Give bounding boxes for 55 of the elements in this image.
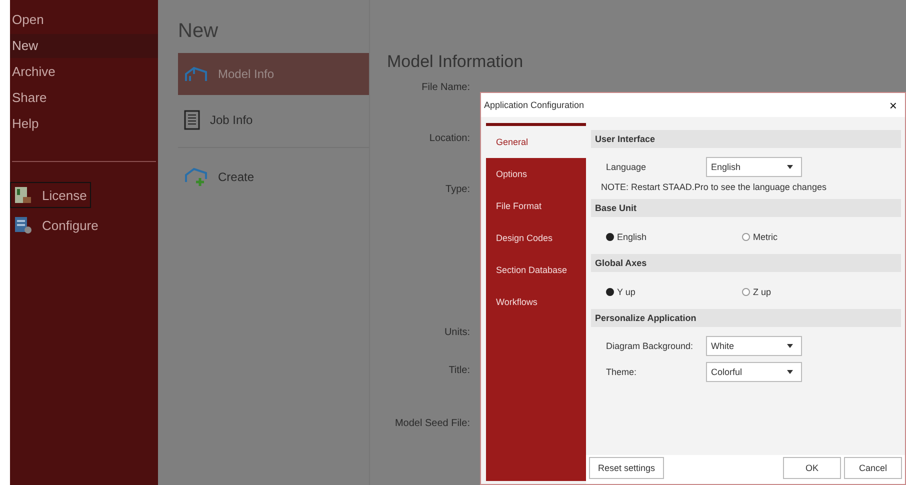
radio-option[interactable]: Z up xyxy=(742,287,878,297)
field-label: Location: xyxy=(429,133,470,144)
tile-button[interactable]: Job Info xyxy=(178,99,369,141)
sidebar-item[interactable]: New xyxy=(10,34,158,58)
dropdown[interactable]: English xyxy=(706,157,802,177)
sidebar-item[interactable]: Share xyxy=(10,86,158,110)
radio-button[interactable] xyxy=(742,288,750,296)
nav-tab[interactable]: File Format xyxy=(486,190,586,222)
section-header: Global Axes xyxy=(591,254,901,272)
dropdown[interactable]: Colorful xyxy=(706,362,802,382)
dialog-button[interactable]: OK xyxy=(783,457,841,479)
sidebar-item[interactable]: Open xyxy=(10,8,158,32)
sidebar-item[interactable]: License xyxy=(10,182,91,208)
section-header: User Interface xyxy=(591,130,901,148)
configure-icon xyxy=(14,216,32,234)
house-frame-icon xyxy=(184,66,208,82)
caret-icon xyxy=(787,370,793,374)
create-button[interactable]: Create xyxy=(178,156,369,198)
radio-button[interactable] xyxy=(606,288,614,296)
nav-tab[interactable]: Workflows xyxy=(486,286,586,318)
document-icon xyxy=(184,110,200,130)
nav-tab[interactable]: Options xyxy=(486,158,586,190)
note-text: NOTE: Restart STAAD.Pro to see the language changes xyxy=(600,182,828,192)
nav-tab[interactable]: Design Codes xyxy=(486,222,586,254)
sidebar-item[interactable]: Archive xyxy=(10,60,158,84)
field-label: Model Seed File: xyxy=(394,418,470,429)
section-title: Model Information xyxy=(387,52,524,72)
field-label: Theme: xyxy=(606,367,638,377)
dialog-button[interactable]: Cancel xyxy=(844,457,902,479)
dialog-title: Application Configuration xyxy=(484,100,584,110)
radio-option[interactable]: Metric xyxy=(742,232,878,242)
dropdown[interactable]: White xyxy=(706,336,802,356)
nav-tab[interactable]: General xyxy=(486,126,586,158)
sidebar-item[interactable]: Configure xyxy=(10,212,102,238)
license-icon xyxy=(14,186,32,204)
reset-button[interactable]: Reset settings xyxy=(589,457,664,479)
field-label: Diagram Background: xyxy=(606,341,694,351)
field-label: Language xyxy=(606,162,648,172)
house-plus-icon xyxy=(184,167,208,187)
sidebar-item[interactable]: Help xyxy=(10,112,158,136)
field-label: Units: xyxy=(444,327,470,338)
section-header: Base Unit xyxy=(591,199,901,217)
close-button[interactable]: × xyxy=(887,98,899,112)
panel-title: New xyxy=(178,20,220,43)
field-label: Type: xyxy=(446,184,470,195)
radio-button[interactable] xyxy=(742,233,750,241)
section-header: Personalize Application xyxy=(591,309,901,327)
nav-tab[interactable]: Section Database xyxy=(486,254,586,286)
caret-icon xyxy=(787,344,793,348)
field-label: Title: xyxy=(448,365,470,376)
caret-icon xyxy=(787,165,793,169)
radio-option[interactable]: English xyxy=(606,232,742,242)
radio-option[interactable]: Y up xyxy=(606,287,742,297)
field-label: File Name: xyxy=(422,82,470,93)
radio-button[interactable] xyxy=(606,233,614,241)
